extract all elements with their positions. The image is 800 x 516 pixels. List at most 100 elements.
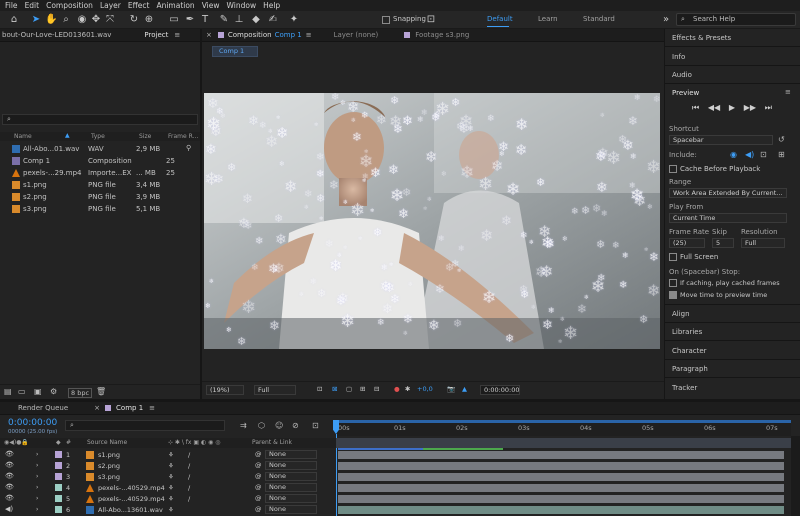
info-panel[interactable]: Info [672,53,685,61]
hierarchy-icon[interactable]: ⚲ [186,144,191,152]
table-row[interactable]: 👁 › 5 pexels-...40529.mp4 ⚘ / @ None [0,494,800,504]
frame-rate-dropdown[interactable]: (25) [669,238,705,248]
tab-render-queue[interactable]: Render Queue [18,404,68,412]
mask-visibility-icon[interactable]: ▢ [346,385,352,393]
project-item[interactable]: pexels-...29.mp4 Importe...EX ... MB 25 [0,167,200,179]
tab-comp-name[interactable]: Comp 1 [275,31,302,39]
pick-whip-icon[interactable]: @ [255,450,262,458]
table-row[interactable]: 👁 › 2 s2.png ⚘ / @ None [0,461,800,471]
preview-menu-icon[interactable]: ≡ [785,88,791,96]
zoom-tool-icon[interactable]: ⌕ [60,14,72,26]
parent-dropdown[interactable]: None [265,505,317,514]
visibility-eye-icon[interactable]: 👁 [5,472,14,480]
col-parent-link[interactable]: Parent & Link [252,439,292,446]
move-time-checkbox[interactable] [669,291,677,299]
project-search-input[interactable]: ⌕ [2,114,198,125]
close-tab-icon[interactable]: × [206,31,212,39]
shy-switch-icon[interactable]: ⚘ [168,462,174,470]
layer-name[interactable]: All-Abo...13601.wav [98,506,163,514]
home-icon[interactable]: ⌂ [8,14,20,26]
if-caching-checkbox[interactable] [669,279,677,287]
rotate-tool-icon[interactable]: ↻ [128,14,140,26]
effects-presets-panel[interactable]: Effects & Presets [672,34,731,42]
graph-editor-icon[interactable]: ⊡ [312,421,319,430]
preview-panel-title[interactable]: Preview [672,89,699,97]
include-overlays-icon[interactable]: ⊡ [760,150,767,159]
exposure-value[interactable]: +0,0 [417,385,433,393]
parent-dropdown[interactable]: None [265,450,317,459]
timeline-menu-icon[interactable]: ≡ [149,404,155,412]
fast-previews-icon[interactable]: ⊡ [317,385,322,393]
col-name[interactable]: Name [14,133,32,140]
workspace-learn[interactable]: Learn [538,15,558,23]
project-settings-icon[interactable]: ⚙ [50,387,57,396]
expand-layer-icon[interactable]: › [36,484,38,491]
axis-tool-icon[interactable]: ⤧ [104,14,116,26]
col-frame[interactable]: Frame R... [168,133,198,140]
align-panel[interactable]: Align [672,310,690,318]
project-item[interactable]: s2.png PNG file 3,9 MB [0,191,200,203]
previous-frame-icon[interactable]: ◀◀ [708,103,720,113]
frame-blending-icon[interactable]: ⊘ [292,421,299,430]
resolution-preview-dropdown[interactable]: Full [741,238,785,248]
table-row[interactable]: 👁 › 3 s3.png ⚘ / @ None [0,472,800,482]
label-column-icon[interactable]: ◆ [56,439,61,446]
new-folder-icon[interactable]: ▭ [18,387,26,396]
visibility-eye-icon[interactable]: 👁 [5,494,14,502]
snapping-options-icon[interactable]: ⊡ [425,14,437,26]
tab-project[interactable]: Project [144,31,168,39]
layer-label-color[interactable] [55,462,62,469]
pick-whip-icon[interactable]: @ [255,472,262,480]
timeline-scrollbar[interactable] [791,436,800,516]
col-type[interactable]: Type [91,133,105,140]
snapping-checkbox[interactable] [382,16,390,24]
layer-label-color[interactable] [55,451,62,458]
hand-tool-icon[interactable]: ✋ [45,14,57,26]
comp-subtab[interactable]: Comp 1 [212,46,258,57]
project-item[interactable]: Comp 1 Composition 25 [0,155,200,167]
menu-layer[interactable]: Layer [100,1,121,10]
snapshot-icon[interactable]: 📷 [447,385,455,393]
project-item[interactable]: s3.png PNG file 5,1 MB [0,203,200,215]
tab-composition[interactable]: Composition [228,31,272,39]
project-item[interactable]: s1.png PNG file 3,4 MB [0,179,200,191]
roto-brush-tool-icon[interactable]: ✍ [267,14,279,26]
character-panel[interactable]: Character [672,347,707,355]
camera-tool-icon[interactable]: ◉ [76,14,88,26]
pick-whip-icon[interactable]: @ [255,461,262,469]
layer-name[interactable]: pexels-...40529.mp4 [98,484,165,492]
parent-dropdown[interactable]: None [265,461,317,470]
pen-tool-icon[interactable]: ✒ [184,14,196,26]
anchor-tool-icon[interactable]: ⊕ [143,14,155,26]
expand-layer-icon[interactable]: › [36,462,38,469]
transparency-grid-icon[interactable]: ⊠ [332,385,337,393]
show-snapshot-icon[interactable]: ▲ [462,385,467,393]
expand-layer-icon[interactable]: › [36,473,38,480]
tracker-panel[interactable]: Tracker [672,384,697,392]
clone-stamp-tool-icon[interactable]: ⊥ [233,14,245,26]
workspace-standard[interactable]: Standard [583,15,615,23]
cache-before-playback-checkbox[interactable] [669,165,677,173]
av-switches-icon[interactable]: ◉◀)●🔒 [4,439,29,446]
menu-help[interactable]: Help [263,1,280,10]
parent-dropdown[interactable]: None [265,483,317,492]
shy-switch-icon[interactable]: ⚘ [168,473,174,481]
parent-dropdown[interactable]: None [265,494,317,503]
reset-icon[interactable]: ↺ [778,135,785,144]
menu-composition[interactable]: Composition [46,1,93,10]
tab-timeline-comp[interactable]: Comp 1 [116,404,143,412]
play-from-dropdown[interactable]: Current Time [669,213,787,223]
comp-mini-flowchart-icon[interactable]: ⇉ [240,421,247,430]
shy-switch-icon[interactable]: ⚘ [168,484,174,492]
pick-whip-icon[interactable]: @ [255,483,262,491]
current-time-display[interactable]: 0:00:00:00 [8,418,57,428]
rectangle-tool-icon[interactable]: ▭ [168,14,180,26]
resolution-dropdown[interactable]: Full [254,385,296,395]
visibility-eye-icon[interactable]: 👁 [5,450,14,458]
play-icon[interactable]: ▶ [729,103,735,113]
layer-label-color[interactable] [55,495,62,502]
draft-3d-icon[interactable]: ⬡ [258,421,265,430]
parent-dropdown[interactable]: None [265,472,317,481]
quality-switch-icon[interactable]: / [188,495,190,503]
layer-switches-icon[interactable]: ⊹ ✱ \ fx ▣ ◐ ◉ ◎ [168,439,220,446]
